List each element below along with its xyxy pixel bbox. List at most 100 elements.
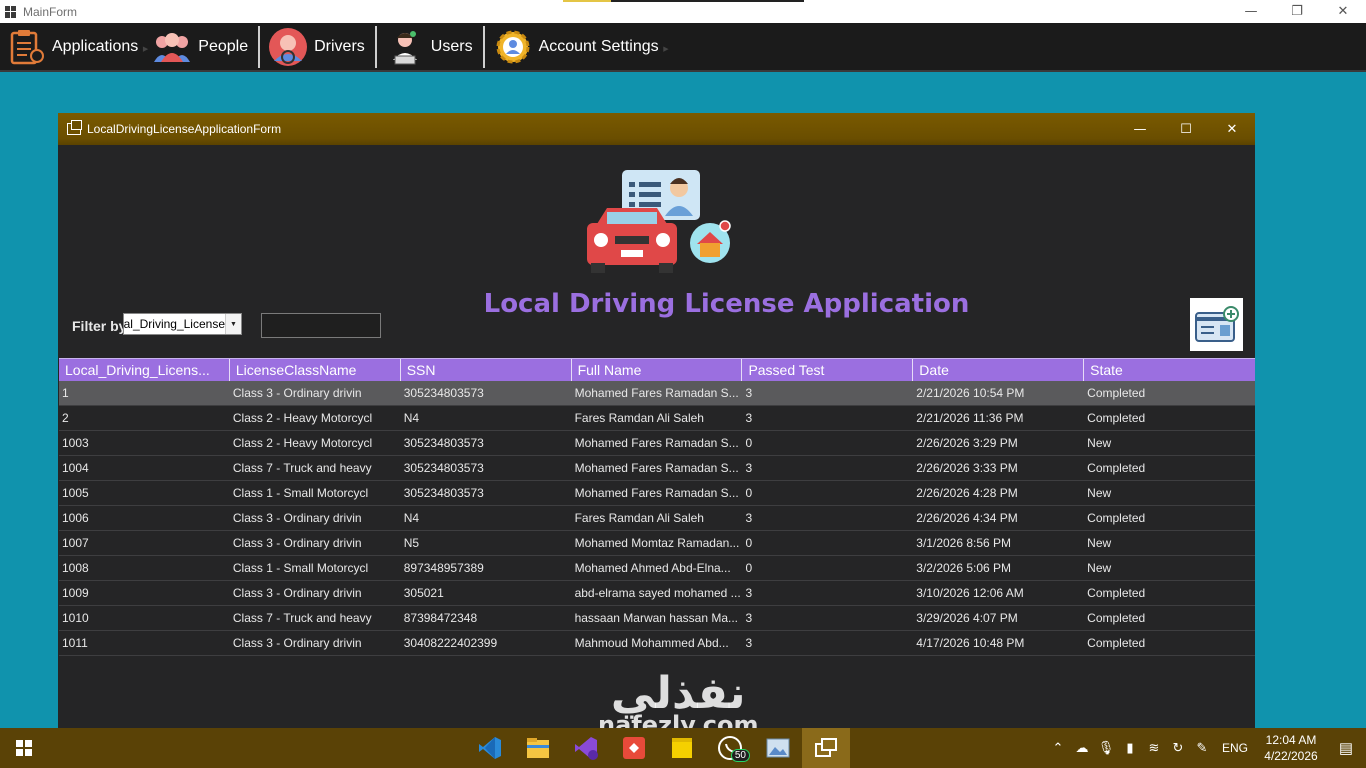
table-cell: Mohamed Fares Ramadan S... <box>574 486 739 500</box>
clock[interactable]: 12:04 AM 4/22/2026 <box>1256 732 1326 764</box>
table-cell: 2 <box>62 411 69 425</box>
driver-icon <box>268 27 308 67</box>
taskbar-app[interactable] <box>514 728 562 768</box>
table-cell: Class 7 - Truck and heavy <box>232 461 372 475</box>
table-row[interactable]: 1011 Class 3 - Ordinary drivin 30408222402… <box>59 631 1255 656</box>
table-cell: Completed <box>1087 386 1146 400</box>
table-cell: 1011 <box>62 636 88 650</box>
table-cell: 1005 <box>62 486 89 500</box>
driving-license-logo <box>587 170 731 273</box>
gear-icon <box>493 27 533 67</box>
filter-selected-value: Local_Driving_License <box>124 317 225 331</box>
battery-icon[interactable]: ▮ <box>1118 728 1142 768</box>
table-cell: 2/26/2026 3:33 PM <box>916 461 1018 475</box>
menu-account-settings[interactable]: Account Settings ▶ <box>487 25 669 69</box>
column-header[interactable]: Passed Test <box>742 359 914 381</box>
taskbar-app[interactable] <box>658 728 706 768</box>
column-header[interactable]: Full Name <box>572 359 743 381</box>
table-cell: 1010 <box>62 611 89 625</box>
table-row[interactable]: 1005 Class 1 - Small Motorcycl 30523480357… <box>59 481 1255 506</box>
column-header[interactable]: SSN <box>401 359 572 381</box>
local-driving-license-window: LocalDrivingLicenseApplicationForm — ☐ ✕… <box>58 113 1255 728</box>
menu-users[interactable]: Users <box>379 25 481 69</box>
sync-icon[interactable]: ↻ <box>1166 728 1190 768</box>
table-row[interactable]: 1008 Class 1 - Small Motorcycl 89734895738… <box>59 556 1255 581</box>
table-row[interactable]: 1009 Class 3 - Ordinary drivin 305021 abd-e… <box>59 581 1255 606</box>
column-header[interactable]: State <box>1084 359 1255 381</box>
table-row[interactable]: 2 Class 2 - Heavy Motorcycl N4 Fares Ramdan… <box>59 406 1255 431</box>
menu-separator <box>374 25 377 68</box>
minimize-button[interactable]: — <box>1228 0 1274 23</box>
table-cell: 2/26/2026 4:34 PM <box>916 511 1018 525</box>
table-cell: 3 <box>745 411 753 425</box>
start-button[interactable] <box>0 728 48 768</box>
menu-drivers[interactable]: Drivers <box>262 25 373 69</box>
close-button[interactable]: ✕ <box>1320 0 1366 23</box>
table-cell: 3 <box>745 386 753 400</box>
whatsapp-badge: 50 <box>730 749 750 762</box>
clock-date: 4/22/2026 <box>1264 749 1318 763</box>
menu-people[interactable]: People <box>146 25 256 69</box>
table-cell: Class 1 - Small Motorcycl <box>232 561 369 575</box>
table-cell: 1004 <box>62 461 89 475</box>
menu-applications-label: Applications <box>52 37 139 55</box>
menu-drivers-label: Drivers <box>314 37 365 55</box>
chevron-up-icon[interactable]: ⌃ <box>1046 728 1070 768</box>
main-titlebar: MainForm — ❐ ✕ <box>0 0 1366 23</box>
sticky-notes-icon <box>672 738 692 758</box>
filter-by-dropdown[interactable]: Local_Driving_License ▼ <box>123 313 242 335</box>
microphone-icon[interactable]: 🎙 <box>1094 728 1118 768</box>
taskbar-app[interactable] <box>466 728 514 768</box>
menu-applications[interactable]: Applications ▶ <box>0 25 148 69</box>
language-indicator[interactable]: ENG <box>1222 741 1248 755</box>
filter-text-input[interactable] <box>261 313 381 338</box>
menu-people-label: People <box>198 37 249 55</box>
onedrive-icon[interactable]: ☁ <box>1070 728 1094 768</box>
table-cell: Mohamed Fares Ramadan S... <box>574 461 739 475</box>
taskbar-app[interactable] <box>562 728 610 768</box>
table-row[interactable]: 1003 Class 2 - Heavy Motorcycl 30523480357… <box>59 431 1255 456</box>
table-row[interactable]: 1007 Class 3 - Ordinary drivin N5 Mohamed M… <box>59 531 1255 556</box>
taskbar-app[interactable] <box>610 728 658 768</box>
child-close-button[interactable]: ✕ <box>1209 113 1255 145</box>
column-header[interactable]: LicenseClassName <box>230 359 401 381</box>
restore-button[interactable]: ❐ <box>1274 0 1320 23</box>
table-row[interactable]: 1006 Class 3 - Ordinary drivin N4 Fares Ram… <box>59 506 1255 531</box>
menu-separator <box>258 25 261 68</box>
pen-icon[interactable]: ✎ <box>1190 728 1214 768</box>
taskbar-app[interactable] <box>754 728 802 768</box>
table-cell: Mohamed Fares Ramadan S... <box>574 436 739 450</box>
table-row[interactable]: 1010 Class 7 - Truck and heavy 87398472348… <box>59 606 1255 631</box>
column-header[interactable]: Date <box>913 359 1085 381</box>
table-cell: Mohamed Ahmed Abd-Elna... <box>574 561 731 575</box>
taskbar-app-active[interactable] <box>802 728 850 768</box>
table-cell: Fares Ramdan Ali Saleh <box>574 511 704 525</box>
table-cell: 305021 <box>403 586 444 600</box>
table-cell: Completed <box>1087 511 1146 525</box>
table-row[interactable]: 1 Class 3 - Ordinary drivin 305234803573 Mo… <box>59 381 1255 406</box>
menu-bar: Applications ▶ People Drivers Users Acco… <box>0 23 1366 72</box>
table-cell: 1 <box>62 386 69 400</box>
image-viewer-icon <box>766 738 790 758</box>
table-cell: 1003 <box>62 436 89 450</box>
table-row[interactable]: 1004 Class 7 - Truck and heavy 30523480357… <box>59 456 1255 481</box>
table-cell: 4/17/2026 10:48 PM <box>916 636 1025 650</box>
table-cell: 3 <box>745 461 753 475</box>
table-cell: Class 3 - Ordinary drivin <box>232 636 362 650</box>
visual-studio-icon <box>575 737 598 760</box>
anydesk-icon <box>623 737 645 759</box>
system-tray: ⌃ ☁ 🎙 ▮ ≋ ↻ ✎ ENG 12:04 AM 4/22/2026 ▤ <box>1046 728 1366 768</box>
taskbar-app[interactable]: 50 <box>706 728 754 768</box>
child-minimize-button[interactable]: — <box>1117 113 1163 145</box>
add-license-icon <box>1194 305 1239 342</box>
table-cell: Completed <box>1087 636 1146 650</box>
notification-icon[interactable]: ▤ <box>1326 739 1366 757</box>
child-maximize-button[interactable]: ☐ <box>1163 113 1209 145</box>
taskbar: 50 ⌃ ☁ 🎙 ▮ ≋ ↻ ✎ ENG 12:04 AM 4/22/2026 … <box>0 728 1366 768</box>
child-titlebar: LocalDrivingLicenseApplicationForm — ☐ ✕ <box>58 113 1255 145</box>
add-application-button[interactable] <box>1190 298 1243 351</box>
wifi-icon[interactable]: ≋ <box>1142 728 1166 768</box>
chevron-down-icon[interactable]: ▼ <box>225 314 241 334</box>
column-header[interactable]: Local_Driving_Licens... <box>59 359 230 381</box>
table-cell: Class 3 - Ordinary drivin <box>232 511 362 525</box>
